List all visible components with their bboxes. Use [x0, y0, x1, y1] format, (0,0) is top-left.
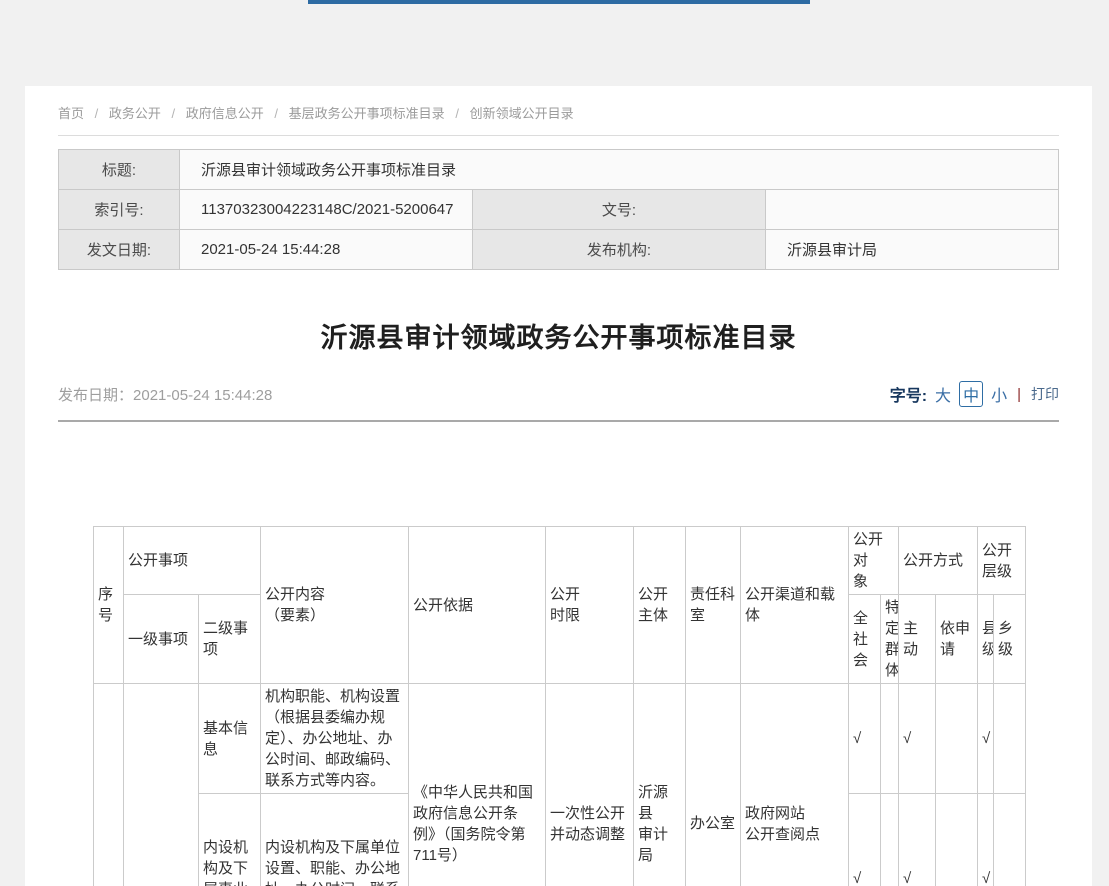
meta-index-value: 11370323004223148C/2021-5200647 — [180, 190, 473, 230]
meta-title-value: 沂源县审计领域政务公开事项标准目录 — [180, 150, 1059, 190]
cell-level1 — [124, 684, 199, 886]
breadcrumb-home[interactable]: 首页 — [58, 106, 84, 121]
header-time-limit: 公开 时限 — [546, 527, 634, 684]
content-card: 首页 / 政务公开 / 政府信息公开 / 基层政务公开事项标准目录 / 创新领域… — [25, 86, 1092, 886]
cell-department: 办公室 — [686, 684, 741, 886]
cell-basis: 《中华人民共和国 政府信息公开条 例》（国务院令第 711号） — [409, 684, 546, 886]
cell-seq — [94, 684, 124, 886]
cell-channel: 政府网站 公开查阅点 — [741, 684, 849, 886]
breadcrumb-separator: / — [274, 106, 278, 121]
checkmark-audience-all: √ — [849, 684, 881, 794]
breadcrumb: 首页 / 政务公开 / 政府信息公开 / 基层政务公开事项标准目录 / 创新领域… — [58, 86, 1059, 136]
header-method-group: 公开方式 — [899, 527, 978, 595]
breadcrumb-standard-catalog[interactable]: 基层政务公开事项标准目录 — [289, 106, 445, 121]
publish-info-row: 发布日期：2021-05-24 15:44:28 字号: 大 中 小 | 打印 — [58, 381, 1059, 422]
meta-date-value: 2021-05-24 15:44:28 — [180, 230, 473, 270]
breadcrumb-separator: / — [95, 106, 99, 121]
checkmark-audience-specific — [881, 684, 899, 794]
header-channel: 公开渠道和载 体 — [741, 527, 849, 684]
header-method-request: 依申 请 — [936, 595, 978, 684]
header-audience-specific: 特 定 群 体 — [881, 595, 899, 684]
catalog-table-wrap: 序 号 公开事项 公开内容 （要素） 公开依据 公开 时限 公开 主体 责任科 … — [93, 526, 1059, 886]
cell-subject: 沂源县 审计局 — [634, 684, 686, 886]
breadcrumb-innovation-catalog[interactable]: 创新领域公开目录 — [470, 106, 574, 121]
meta-agency-value: 沂源县审计局 — [766, 230, 1059, 270]
font-medium-button[interactable]: 中 — [959, 381, 983, 407]
checkmark-level-county: √ — [978, 684, 994, 794]
font-large-button[interactable]: 大 — [935, 382, 951, 406]
publish-date: 发布日期：2021-05-24 15:44:28 — [58, 384, 272, 405]
publish-date-value: 2021-05-24 15:44:28 — [133, 387, 272, 404]
header-department: 责任科 室 — [686, 527, 741, 684]
meta-row-index: 索引号: 11370323004223148C/2021-5200647 文号: — [59, 190, 1059, 230]
meta-docnum-value — [766, 190, 1059, 230]
meta-agency-label: 发布机构: — [473, 230, 766, 270]
header-level-group: 公开 层级 — [978, 527, 1026, 595]
font-small-button[interactable]: 小 — [991, 382, 1007, 406]
checkmark-method-active: √ — [899, 794, 936, 886]
tools-separator: | — [1017, 386, 1021, 403]
publish-date-label: 发布日期： — [58, 387, 133, 404]
header-audience-all: 全社 会 — [849, 595, 881, 684]
header-basis: 公开依据 — [409, 527, 546, 684]
top-nav-bar-fragment — [308, 0, 810, 4]
checkmark-audience-all: √ — [849, 794, 881, 886]
cell-level2: 基本信 息 — [199, 684, 261, 794]
cell-content: 内设机构及下属单位 设置、职能、办公地 址、办公时间、联系 方式、负责人姓名等 — [261, 794, 409, 886]
header-level-town: 乡 级 — [994, 595, 1026, 684]
header-level-county: 县 级 — [978, 595, 994, 684]
meta-title-label: 标题: — [59, 150, 180, 190]
checkmark-method-active: √ — [899, 684, 936, 794]
breadcrumb-gov-info[interactable]: 政府信息公开 — [186, 106, 264, 121]
cell-content: 机构职能、机构设置 （根据县委编办规 定）、办公地址、办 公时间、邮政编码、 联… — [261, 684, 409, 794]
catalog-header-row-1: 序 号 公开事项 公开内容 （要素） 公开依据 公开 时限 公开 主体 责任科 … — [94, 527, 1026, 595]
checkmark-level-county: √ — [978, 794, 994, 886]
cell-level2: 内设机 构及下 属事业 单位 — [199, 794, 261, 886]
disclosure-catalog-table: 序 号 公开事项 公开内容 （要素） 公开依据 公开 时限 公开 主体 责任科 … — [93, 526, 1026, 886]
meta-row-title: 标题: 沂源县审计领域政务公开事项标准目录 — [59, 150, 1059, 190]
meta-row-date: 发文日期: 2021-05-24 15:44:28 发布机构: 沂源县审计局 — [59, 230, 1059, 270]
meta-date-label: 发文日期: — [59, 230, 180, 270]
checkmark-method-request — [936, 684, 978, 794]
header-seq: 序 号 — [94, 527, 124, 684]
header-item-group: 公开事项 — [124, 527, 261, 595]
header-subject: 公开 主体 — [634, 527, 686, 684]
table-row: 基本信 息 机构职能、机构设置 （根据县委编办规 定）、办公地址、办 公时间、邮… — [94, 684, 1026, 794]
checkmark-level-town — [994, 684, 1026, 794]
header-method-active: 主 动 — [899, 595, 936, 684]
checkmark-level-town — [994, 794, 1026, 886]
header-level1: 一级事项 — [124, 595, 199, 684]
meta-index-label: 索引号: — [59, 190, 180, 230]
header-level2: 二级事 项 — [199, 595, 261, 684]
checkmark-audience-specific — [881, 794, 899, 886]
header-audience-group: 公开对 象 — [849, 527, 899, 595]
breadcrumb-separator: / — [455, 106, 459, 121]
cell-time-limit: 一次性公开 并动态调整 — [546, 684, 634, 886]
breadcrumb-zhengwu[interactable]: 政务公开 — [109, 106, 161, 121]
header-content: 公开内容 （要素） — [261, 527, 409, 684]
font-size-label: 字号: — [890, 382, 927, 406]
checkmark-method-request — [936, 794, 978, 886]
font-size-tools: 字号: 大 中 小 | 打印 — [890, 381, 1059, 407]
document-meta-table: 标题: 沂源县审计领域政务公开事项标准目录 索引号: 1137032300422… — [58, 149, 1059, 270]
breadcrumb-separator: / — [172, 106, 176, 121]
print-button[interactable]: 打印 — [1031, 384, 1059, 404]
meta-docnum-label: 文号: — [473, 190, 766, 230]
page-title: 沂源县审计领域政务公开事项标准目录 — [58, 316, 1059, 355]
